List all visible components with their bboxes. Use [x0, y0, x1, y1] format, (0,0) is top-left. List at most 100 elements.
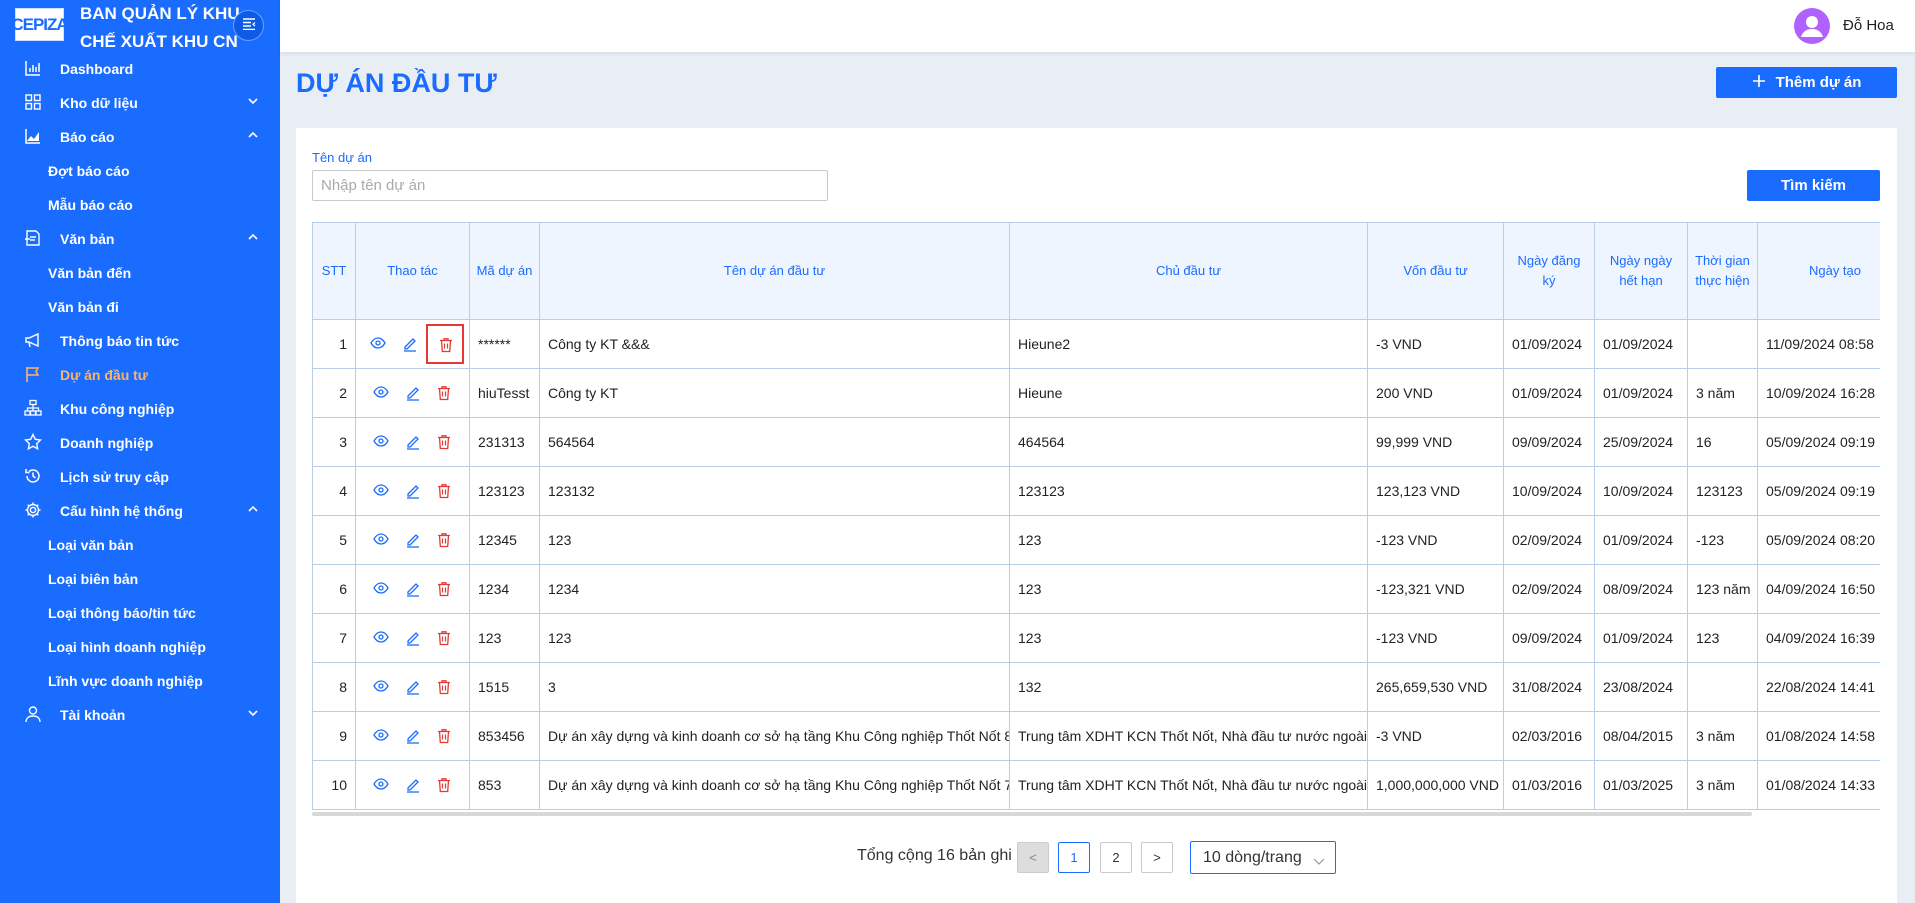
cell-capital: -3 VND — [1367, 711, 1504, 761]
add-project-button[interactable]: Thêm dự án — [1716, 67, 1897, 98]
sidebar-subitem-loai-van-ban[interactable]: Loại văn bản — [0, 528, 280, 562]
cell-project-code: 231313 — [469, 417, 540, 467]
edit-icon[interactable] — [397, 576, 429, 602]
projects-table: STT Thao tác Mã dự án Tên dự án đầu tư Chủ đ… — [312, 222, 1880, 810]
cell-expiry-date: 23/08/2024 — [1594, 662, 1688, 712]
sidebar-item-label: Tài khoản — [60, 707, 126, 723]
search-button[interactable]: Tìm kiếm — [1747, 170, 1880, 201]
page-size-select[interactable]: 10 dòng/trang — [1190, 841, 1336, 874]
sidebar-subitem-loai-hinh-doanh-nghiep[interactable]: Loại hình doanh nghiệp — [0, 630, 280, 664]
sidebar-item-thong-bao-tin-tuc[interactable]: Thông báo tin tức — [0, 324, 280, 358]
cell-expiry-date: 01/03/2025 — [1594, 760, 1688, 810]
menu-toggle-button[interactable] — [233, 10, 264, 41]
sidebar-item-van-ban[interactable]: Văn bản — [0, 222, 280, 256]
cell-project-name: 123 — [539, 613, 1010, 663]
edit-icon[interactable] — [397, 527, 429, 553]
delete-icon[interactable] — [429, 723, 461, 749]
delete-icon[interactable] — [429, 772, 461, 798]
delete-icon[interactable] — [429, 576, 461, 602]
view-icon[interactable] — [365, 723, 397, 749]
cell-registration-date: 02/03/2016 — [1503, 711, 1595, 761]
cell-investor: Trung tâm XDHT KCN Thốt Nốt, Nhà đầu tư … — [1009, 760, 1368, 810]
cell-capital: 265,659,530 VND — [1367, 662, 1504, 712]
edit-icon[interactable] — [397, 380, 429, 406]
cell-stt: 4 — [312, 466, 356, 516]
cell-actions — [355, 711, 470, 761]
view-icon[interactable] — [365, 429, 397, 455]
page-1-button[interactable]: 1 — [1058, 842, 1090, 873]
megaphone-icon — [24, 331, 44, 351]
table-row: 1 ****** Công ty KT &&& Hieune2 -3 VND 01/09/… — [312, 319, 1880, 369]
avatar[interactable] — [1794, 8, 1830, 44]
next-page-button[interactable]: > — [1141, 842, 1173, 873]
view-icon[interactable] — [365, 527, 397, 553]
sidebar-subitem-dot-bao-cao[interactable]: Đợt báo cáo — [0, 154, 280, 188]
horizontal-scrollbar[interactable] — [312, 812, 1752, 816]
cell-project-name: Dự án xây dựng và kinh doanh cơ sở hạ tầ… — [539, 711, 1010, 761]
cell-project-code: 853456 — [469, 711, 540, 761]
page-2-button[interactable]: 2 — [1100, 842, 1132, 873]
delete-icon[interactable] — [429, 429, 461, 455]
edit-icon[interactable] — [394, 331, 426, 357]
cell-project-name: 123132 — [539, 466, 1010, 516]
sidebar-item-khu-cong-nghiep[interactable]: Khu công nghiệp — [0, 392, 280, 426]
cell-project-code: 123 — [469, 613, 540, 663]
sidebar-subitem-van-ban-di[interactable]: Văn bản đi — [0, 290, 280, 324]
view-icon[interactable] — [365, 625, 397, 651]
sidebar-subitem-van-ban-den[interactable]: Văn bản đến — [0, 256, 280, 290]
edit-icon[interactable] — [397, 625, 429, 651]
column-header-chu-dau-tu: Chủ đầu tư — [1009, 222, 1368, 320]
project-name-label: Tên dự án — [312, 150, 373, 165]
cell-investor: 132 — [1009, 662, 1368, 712]
sidebar-item-bao-cao[interactable]: Báo cáo — [0, 120, 280, 154]
delete-icon[interactable] — [429, 674, 461, 700]
view-icon[interactable] — [362, 331, 394, 357]
sidebar-subitem-mau-bao-cao[interactable]: Mẫu báo cáo — [0, 188, 280, 222]
cell-project-name: Công ty KT — [539, 368, 1010, 418]
brand-title-line1: BAN QUẢN LÝ KHU — [80, 4, 240, 23]
cell-expiry-date: 10/09/2024 — [1594, 466, 1688, 516]
view-icon[interactable] — [365, 380, 397, 406]
edit-icon[interactable] — [397, 429, 429, 455]
cell-created-at: 10/09/2024 16:28 — [1757, 368, 1880, 418]
prev-page-button[interactable]: < — [1017, 842, 1049, 873]
sidebar-item-du-an-dau-tu[interactable]: Dự án đầu tư — [0, 358, 280, 392]
sidebar-item-lich-su-truy-cap[interactable]: Lịch sử truy cập — [0, 460, 280, 494]
view-icon[interactable] — [365, 674, 397, 700]
sidebar-item-kho-du-lieu[interactable]: Kho dữ liệu — [0, 86, 280, 120]
delete-icon[interactable] — [425, 324, 464, 364]
sidebar-subitem-linh-vuc-doanh-nghiep[interactable]: Lĩnh vực doanh nghiệp — [0, 664, 280, 698]
sidebar-subitem-label: Mẫu báo cáo — [48, 197, 133, 213]
sidebar-item-doanh-nghiep[interactable]: Doanh nghiệp — [0, 426, 280, 460]
sidebar-item-dashboard[interactable]: Dashboard — [0, 52, 280, 86]
cell-expiry-date: 01/09/2024 — [1594, 368, 1688, 418]
delete-icon[interactable] — [429, 527, 461, 553]
view-icon[interactable] — [365, 478, 397, 504]
edit-icon[interactable] — [397, 723, 429, 749]
delete-icon[interactable] — [429, 478, 461, 504]
sidebar-subitem-loai-thong-bao-tin-tuc[interactable]: Loại thông báo/tin tức — [0, 596, 280, 630]
view-icon[interactable] — [365, 772, 397, 798]
cell-project-name: 564564 — [539, 417, 1010, 467]
username[interactable]: Đỗ Hoa — [1843, 17, 1894, 34]
next-page-label: > — [1153, 850, 1161, 865]
project-name-input[interactable] — [312, 170, 828, 201]
sidebar-nav: Dashboard Kho dữ liệu Báo cáo Đợt báo cáo Mẫ… — [0, 52, 280, 732]
edit-icon[interactable] — [397, 674, 429, 700]
delete-icon[interactable] — [429, 380, 461, 406]
edit-icon[interactable] — [397, 772, 429, 798]
column-header-thoi-gian-thuc-hien: Thời gian thực hiện — [1687, 222, 1758, 320]
edit-icon[interactable] — [397, 478, 429, 504]
cell-duration: 123 năm — [1687, 564, 1758, 614]
sidebar-item-cau-hinh-he-thong[interactable]: Cấu hình hệ thống — [0, 494, 280, 528]
cell-investor: Hieune2 — [1009, 319, 1368, 369]
cell-project-code: 1515 — [469, 662, 540, 712]
cell-stt: 9 — [312, 711, 356, 761]
sidebar-item-tai-khoan[interactable]: Tài khoản — [0, 698, 280, 732]
view-icon[interactable] — [365, 576, 397, 602]
projects-table-wrapper: STT Thao tác Mã dự án Tên dự án đầu tư Chủ đ… — [312, 222, 1880, 812]
sidebar-subitem-loai-bien-ban[interactable]: Loại biên bản — [0, 562, 280, 596]
sidebar: CEPIZA BAN QUẢN LÝ KHU CHẾ XUẤT KHU CN D… — [0, 0, 280, 903]
delete-icon[interactable] — [429, 625, 461, 651]
cell-duration: -123 — [1687, 515, 1758, 565]
